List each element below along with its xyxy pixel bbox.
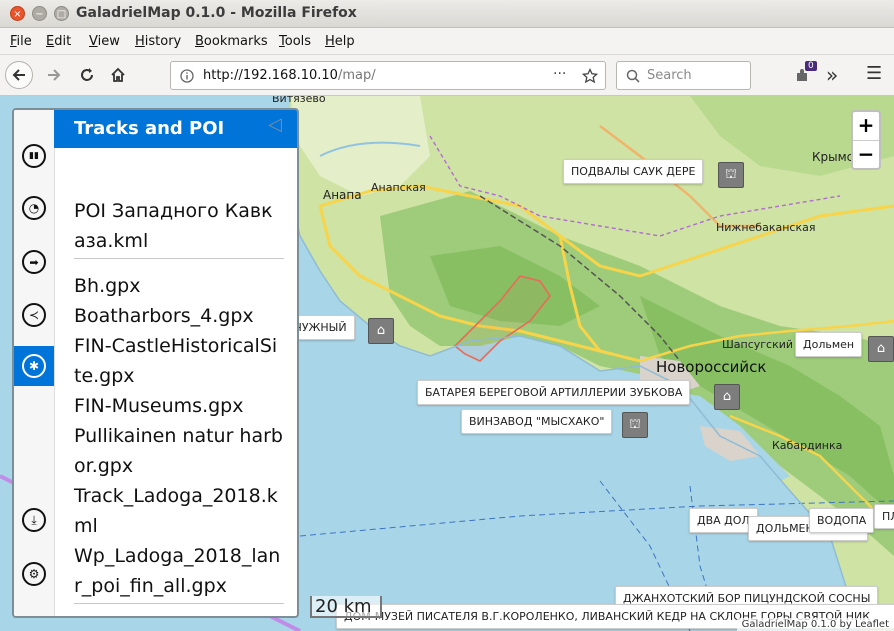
window-title: GaladrielMap 0.1.0 - Mozilla Firefox	[76, 5, 357, 21]
search-icon	[626, 69, 640, 83]
tab-download[interactable]: ⤓	[14, 500, 54, 540]
window-close-button[interactable]: ×	[10, 6, 25, 21]
url-path: /map/	[337, 68, 376, 83]
arrow-left-icon	[12, 69, 25, 81]
map-layers-icon: ▮▮	[22, 144, 46, 168]
file-item[interactable]: FIN-CastleHistoricalSite.gpx	[74, 331, 284, 391]
zoom-in-button[interactable]: +	[853, 112, 879, 141]
menubar: File Edit View History Bookmarks Tools H…	[0, 28, 894, 55]
menu-tools[interactable]: Tools	[279, 34, 311, 49]
menu-view[interactable]: View	[89, 34, 120, 49]
file-item[interactable]: Pullikainen natur harbor.gpx	[74, 421, 284, 481]
hamburger-menu-button[interactable]: ☰	[866, 63, 882, 84]
zoom-out-button[interactable]: −	[853, 141, 879, 169]
search-bar[interactable]: Search	[616, 61, 751, 90]
info-icon[interactable]	[180, 69, 194, 83]
menu-edit[interactable]: Edit	[46, 34, 71, 49]
sidebar-panel: ▮▮ ◔ ➡ ≺ ✱ ⤓ ⚙ Tracks and POI ◁ POI Запа…	[12, 108, 299, 618]
place-kabardinka: Кабардинка	[772, 439, 843, 452]
poi-label-vinzavod[interactable]: ВИНЗАВОД "МЫСХАКО"	[461, 409, 613, 434]
collapse-panel-button[interactable]: ◁	[268, 114, 290, 136]
file-item[interactable]: Track_Ladoga_2018.kml	[74, 481, 284, 541]
home-icon	[111, 67, 125, 82]
bookmark-star-icon[interactable]	[582, 68, 598, 84]
poi-battery-icon[interactable]: ⌂	[714, 384, 740, 410]
url-host: http://192.168.10.10	[203, 68, 338, 83]
download-icon: ⤓	[22, 508, 46, 532]
arrow-right-icon	[48, 69, 61, 81]
tab-share[interactable]: ≺	[14, 295, 54, 335]
settings-gears-icon: ⚙	[22, 562, 46, 586]
map-attribution[interactable]: GaladrielMap 0.1.0 by Leaflet	[736, 618, 894, 631]
menu-bookmarks[interactable]: Bookmarks	[195, 34, 268, 49]
tab-poi[interactable]: ✱	[14, 346, 54, 386]
page-actions-icon[interactable]: ···	[553, 66, 566, 82]
pane-title: Tracks and POI	[74, 118, 225, 139]
place-vityazevo: Витязево	[272, 96, 326, 105]
place-novorossiysk: Новороссийск	[656, 358, 767, 376]
file-item[interactable]: Boatharbors_4.gpx	[74, 301, 284, 331]
window-maximize-button[interactable]: □	[54, 6, 69, 21]
url-text: http://192.168.10.10/map/	[203, 68, 376, 83]
file-item[interactable]: FIN-Museums.gpx	[74, 391, 284, 421]
place-shapsugsky: Шапсугский д	[722, 338, 805, 351]
menu-history[interactable]: History	[135, 34, 181, 49]
file-group-kml: POI Западного Кавказа.kml	[74, 196, 284, 259]
forward-button[interactable]	[40, 61, 68, 89]
poi-label-dolmen[interactable]: Дольмен	[795, 332, 863, 357]
menu-help[interactable]: Help	[325, 34, 355, 49]
reload-icon	[81, 68, 93, 81]
share-nodes-icon: ≺	[22, 303, 46, 327]
back-button[interactable]	[5, 61, 33, 89]
poi-label-podvaly[interactable]: ПОДВАЛЫ САУК ДЕРЕ	[563, 159, 704, 184]
url-bar[interactable]: http://192.168.10.10/map/ ···	[170, 61, 606, 90]
tab-route[interactable]: ➡	[14, 242, 54, 282]
file-item[interactable]: Bh.gpx	[74, 271, 284, 301]
map-scale: 20 km	[310, 596, 382, 618]
pane-header: Tracks and POI	[54, 110, 297, 148]
poi-castle-icon[interactable]: ⛫	[718, 162, 744, 188]
poi-dolmen-icon[interactable]: ⌂	[868, 336, 894, 362]
zoom-control: + −	[851, 110, 881, 170]
file-item[interactable]: POI Западного Кавказа.kml	[74, 196, 284, 256]
poi-museum-icon[interactable]: ⌂	[368, 318, 394, 344]
home-button[interactable]	[104, 61, 132, 89]
poi-label-vodopad[interactable]: ВОДОПА	[809, 508, 875, 533]
place-anapskaya: Анапская	[371, 181, 426, 194]
place-nizhnebakanskaya: Нижнебаканская	[716, 221, 816, 234]
window-titlebar: × − □ GaladrielMap 0.1.0 - Mozilla Firef…	[0, 0, 894, 28]
tab-speed[interactable]: ◔	[14, 188, 54, 228]
place-anapa: Анапа	[323, 188, 362, 202]
menu-file[interactable]: File	[10, 34, 32, 49]
poi-winery-icon[interactable]: ⛫	[622, 412, 648, 438]
tab-map-layers[interactable]: ▮▮	[14, 136, 54, 176]
sidebar-tabs: ▮▮ ◔ ➡ ≺ ✱ ⤓ ⚙	[14, 110, 55, 616]
route-arrow-icon: ➡	[22, 250, 46, 274]
tab-settings[interactable]: ⚙	[14, 554, 54, 594]
speed-gauge-icon: ◔	[22, 196, 46, 220]
poi-label-batareya[interactable]: БАТАРЕЯ БЕРЕГОВОЙ АРТИЛЛЕРИИ ЗУБКОВА	[417, 380, 691, 405]
extension-badge: 0	[805, 61, 817, 71]
file-item[interactable]: Wp_Ladoga_2018_lanr_poi_fin_all.gpx	[74, 541, 284, 601]
search-placeholder: Search	[647, 68, 692, 83]
file-list: POI Западного Кавказа.kml Bh.gpx Boathar…	[74, 196, 297, 616]
overflow-menu-button[interactable]: »	[826, 63, 838, 87]
reload-button[interactable]	[73, 61, 101, 89]
poi-asterisk-icon: ✱	[22, 354, 46, 378]
navigation-toolbar: http://192.168.10.10/map/ ··· Search 0 »…	[0, 55, 894, 96]
poi-label-pli[interactable]: ПЛИ	[874, 504, 894, 529]
window-minimize-button[interactable]: −	[32, 6, 47, 21]
file-group-gpx: Bh.gpx Boatharbors_4.gpx FIN-CastleHisto…	[74, 271, 284, 604]
